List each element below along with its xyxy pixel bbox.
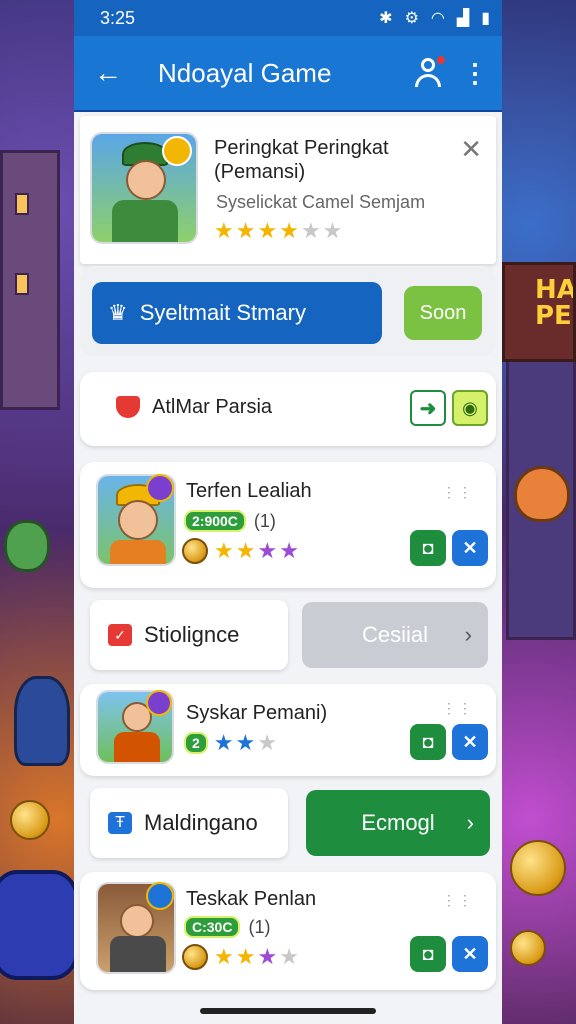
crown-icon: ♛ [108,300,128,325]
background-house [0,150,60,410]
more-vert-icon[interactable]: ⋮ [462,60,488,86]
item-count: (1) [248,916,271,937]
chat-icon[interactable]: ◘ [410,936,446,972]
bear-character [4,520,50,572]
item-points-chip: 2:900C [184,510,246,532]
coin-decoration [510,930,546,966]
nav-row-action-label: Cesiial [361,622,429,647]
nav-row-action-button[interactable]: Ecmogl › [306,790,490,856]
chevron-right-icon: › [466,810,474,835]
item-rating: ★ ★ ★ ★ [214,538,299,563]
settings-icon: ⚙ [404,10,419,27]
battery-icon: ▮ [481,10,490,27]
star-badge-icon [146,690,172,716]
nav-row-label: Maldingano [144,810,258,835]
fox-character [514,466,570,522]
item-points-chip: 2 [184,732,208,754]
nav-row-label-button[interactable]: ✓ Stiolignce [90,600,288,670]
primary-action-button[interactable]: ♛ Syeltmait Stmary [92,282,382,344]
item-rating: ★ ★ ★ ★ [214,944,299,969]
back-arrow-icon[interactable]: ← [94,59,124,87]
item-title: Terfen Lealiah [186,480,312,502]
alert-label: AtlMar Parsia [152,396,273,418]
drag-handle-icon[interactable]: ⋮⋮ [442,485,474,499]
background-sign: HA PEN [502,262,576,362]
enter-arrow-icon[interactable]: ➜ [410,390,446,426]
list-item[interactable]: Teskak Penlan C:30C (1) ★ ★ ★ ★ ⋮⋮ ◘ ✕ [80,872,496,990]
nav-row-action-label: Ecmogl [361,810,435,835]
primary-action-label: Syeltmait Stmary [139,300,306,325]
remove-icon[interactable]: ✕ [452,724,488,760]
star-badge-icon [146,882,174,910]
status-bar: 3:25 ✱ ⚙ ◠ ▟ ▮ [74,0,502,36]
item-points-chip: C:30C [184,916,241,938]
bluetooth-icon: ✱ [379,10,393,27]
nav-row-label-button[interactable]: Ŧ Maldingano [90,788,288,858]
nav-row-label: Stiolignce [144,622,240,647]
nav-row: ✓ Stiolignce Cesiial › [80,600,496,672]
nav-row-action-button[interactable]: Cesiial › [302,602,488,668]
featured-thumbnail[interactable] [90,132,198,244]
remove-icon[interactable]: ✕ [452,936,488,972]
page-title: Ndoayal Game [158,57,332,88]
status-time: 3:25 [100,7,136,28]
knight-character [14,676,70,766]
chevron-right-icon: › [464,622,472,647]
nav-row: Ŧ Maldingano Ecmogl › [80,788,496,860]
featured-card: Peringkat Peringkat (Pemansi) Syselickat… [80,116,496,264]
coin-decoration [10,800,50,840]
item-title: Syskar Pemani) [186,702,328,724]
featured-rating: ★ ★ ★ ★ ★ ★ [214,218,343,243]
drag-handle-icon[interactable]: ⋮⋮ [442,701,474,715]
lime-toggle-icon[interactable]: ◉ [452,390,488,426]
item-count: (1) [253,510,276,531]
star-badge-icon [162,136,192,166]
alert-row[interactable]: AtlMar Parsia ➜ ◉ [80,372,496,446]
featured-subtitle: Syselickat Camel Semjam [216,192,426,212]
list-item[interactable]: Terfen Lealiah 2:900C (1) ★ ★ ★ ★ ⋮⋮ ◘ ✕ [80,462,496,588]
notification-dot [437,56,445,64]
alert-badge-icon [116,396,140,418]
chat-icon[interactable]: ◘ [410,724,446,760]
phone-screen: 3:25 ✱ ⚙ ◠ ▟ ▮ ← Ndoayal Game ⋮ Peringka… [74,0,502,1024]
soon-button[interactable]: Soon [404,286,482,340]
star-badge-icon [146,474,174,502]
app-bar: ← Ndoayal Game ⋮ [74,36,502,112]
account-icon[interactable] [412,56,446,90]
checklist-icon: ✓ [108,624,132,646]
close-icon[interactable]: ✕ [460,134,482,165]
coin-decoration [510,840,566,896]
coin-icon [182,944,208,970]
coin-icon [182,538,208,564]
list-item[interactable]: Syskar Pemani) 2 ★ ★ ★ ⋮⋮ ◘ ✕ [80,684,496,776]
remove-icon[interactable]: ✕ [452,530,488,566]
item-title: Teskak Penlan [186,888,317,910]
home-indicator[interactable] [200,1008,376,1014]
shield-decoration [0,870,80,980]
action-row: ♛ Syeltmait Stmary Soon [80,266,496,356]
chat-icon[interactable]: ◘ [410,530,446,566]
tool-icon: Ŧ [108,812,132,834]
signal-icon: ▟ [456,10,470,27]
featured-title: Peringkat Peringkat (Pemansi) [214,137,389,183]
soon-label: Soon [419,301,467,324]
item-rating: ★ ★ ★ [213,730,277,755]
drag-handle-icon[interactable]: ⋮⋮ [442,893,474,907]
wifi-icon: ◠ [430,10,445,27]
